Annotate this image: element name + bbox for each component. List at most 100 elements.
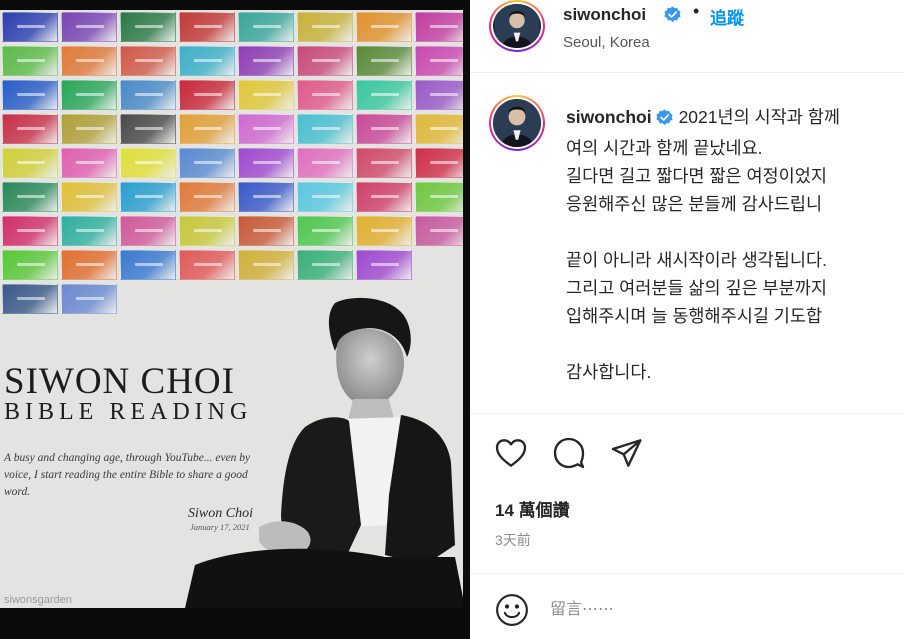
- caption-avatar[interactable]: [489, 95, 545, 151]
- comment-divider: [470, 573, 904, 574]
- video-tile: [297, 114, 353, 144]
- video-tile: [120, 148, 176, 178]
- avatar-image: [493, 99, 541, 147]
- video-tile: [356, 114, 412, 144]
- video-tile: [2, 46, 58, 76]
- video-tile-grid: [0, 10, 463, 320]
- header-username[interactable]: siwonchoi: [563, 5, 646, 25]
- location-link[interactable]: Seoul, Korea: [563, 34, 650, 51]
- video-tile: [61, 250, 117, 280]
- video-tile: [2, 80, 58, 110]
- video-tile: [415, 148, 463, 178]
- post-timestamp[interactable]: 3天前: [495, 530, 531, 550]
- video-tile: [415, 80, 463, 110]
- video-tile: [120, 80, 176, 110]
- video-tile: [61, 182, 117, 212]
- video-tile: [179, 46, 235, 76]
- video-tile: [120, 250, 176, 280]
- video-tile: [179, 216, 235, 246]
- video-tile: [356, 216, 412, 246]
- video-tile: [179, 80, 235, 110]
- video-tile: [238, 148, 294, 178]
- caption-text: 2021년의 시작과 함께: [678, 107, 840, 127]
- caption-line: 감사합니다.: [566, 362, 652, 382]
- caption-username[interactable]: siwonchoi: [566, 107, 652, 127]
- video-tile: [238, 114, 294, 144]
- video-tile: [120, 182, 176, 212]
- video-tile: [120, 12, 176, 42]
- comment-icon: [553, 437, 585, 469]
- like-button[interactable]: [492, 434, 530, 472]
- video-tile: [356, 80, 412, 110]
- video-tile: [238, 12, 294, 42]
- post-image[interactable]: SIWON CHOI BIBLE READING A busy and chan…: [0, 0, 470, 639]
- video-tile: [356, 46, 412, 76]
- heart-icon: [495, 439, 527, 467]
- header-divider: [470, 72, 904, 73]
- video-tile: [356, 250, 412, 280]
- video-tile: [238, 46, 294, 76]
- caption-line: siwonchoi 2021년의 시작과 함께: [566, 103, 904, 134]
- caption-line: 여의 시간과 함께 끝났네요.: [566, 138, 763, 158]
- video-tile: [356, 148, 412, 178]
- video-tile: [179, 12, 235, 42]
- video-tile: [297, 46, 353, 76]
- verified-badge-icon: [664, 6, 681, 23]
- caption-line: 길다면 길고 짧다면 짧은 여정이었지: [566, 166, 827, 186]
- video-tile: [2, 216, 58, 246]
- video-tile: [120, 216, 176, 246]
- header-avatar[interactable]: [489, 0, 545, 52]
- caption-line: [566, 218, 904, 246]
- video-tile: [415, 46, 463, 76]
- video-tile: [179, 250, 235, 280]
- video-tile: [2, 182, 58, 212]
- share-icon: [611, 439, 642, 467]
- video-tile: [415, 182, 463, 212]
- video-tile: [61, 216, 117, 246]
- video-tile: [238, 80, 294, 110]
- video-tile: [61, 46, 117, 76]
- video-tile: [238, 182, 294, 212]
- share-button[interactable]: [608, 434, 646, 472]
- video-tile: [356, 182, 412, 212]
- post-panel: siwonchoi • 追蹤 Seoul, Korea siwonchoi 202…: [470, 0, 904, 639]
- video-tile: [415, 216, 463, 246]
- caption-line: [566, 330, 904, 358]
- video-tile: [120, 46, 176, 76]
- caption-line: 응원해주신 많은 분들께 감사드립니: [566, 194, 823, 214]
- video-tile: [297, 80, 353, 110]
- video-tile: [2, 114, 58, 144]
- verified-badge-icon: [655, 106, 673, 134]
- caption: siwonchoi 2021년의 시작과 함께 여의 시간과 함께 끝났네요. 길…: [566, 103, 904, 386]
- caption-line: 끝이 아니라 새시작이라 생각됩니다.: [566, 250, 827, 270]
- video-tile: [415, 12, 463, 42]
- video-tile: [2, 284, 58, 314]
- video-tile: [179, 182, 235, 212]
- video-tile: [61, 284, 117, 314]
- video-tile: [61, 148, 117, 178]
- poster: SIWON CHOI BIBLE READING A busy and chan…: [0, 10, 463, 608]
- video-tile: [297, 182, 353, 212]
- portrait-photo: [185, 297, 463, 608]
- caption-line: 입해주시며 늘 동행해주시길 기도합: [566, 306, 823, 326]
- video-tile: [238, 216, 294, 246]
- video-tile: [61, 12, 117, 42]
- follow-button[interactable]: 追蹤: [710, 4, 744, 29]
- video-tile: [2, 148, 58, 178]
- comment-input[interactable]: [550, 597, 850, 623]
- video-tile: [179, 114, 235, 144]
- video-tile: [297, 148, 353, 178]
- video-tile: [120, 114, 176, 144]
- comment-button[interactable]: [550, 434, 588, 472]
- video-tile: [297, 216, 353, 246]
- video-tile: [61, 114, 117, 144]
- emoji-button[interactable]: [495, 593, 529, 627]
- likes-count[interactable]: 14 萬個讚: [495, 496, 570, 521]
- video-tile: [415, 114, 463, 144]
- emoji-icon: [496, 594, 528, 626]
- caption-line: 그리고 여러분들 삶의 깊은 부분까지: [566, 278, 827, 298]
- video-tile: [61, 80, 117, 110]
- actions-divider: [470, 413, 904, 414]
- video-tile: [297, 250, 353, 280]
- video-tile: [238, 250, 294, 280]
